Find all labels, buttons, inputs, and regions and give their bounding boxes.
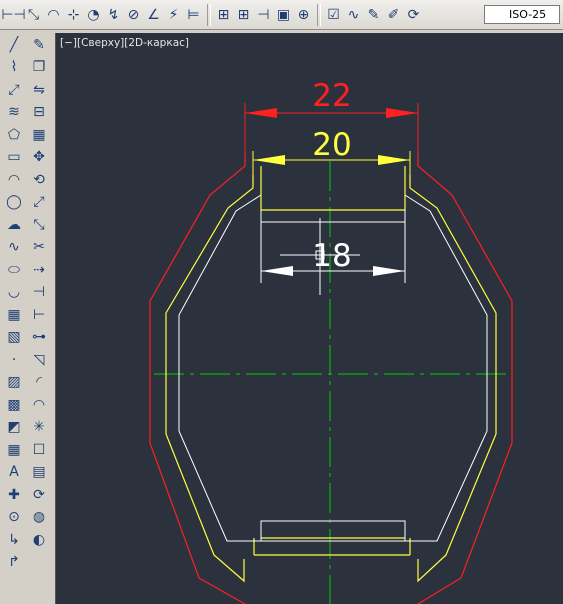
jogged-linear-icon[interactable]: ∿ — [344, 4, 363, 26]
snap-icon[interactable]: ⊙ — [3, 507, 25, 528]
aligned-dimension-icon[interactable]: ⤡ — [24, 4, 43, 26]
dimension-update-icon[interactable]: ⟳ — [404, 4, 423, 26]
revision-cloud-icon[interactable]: ☁ — [3, 214, 25, 235]
orbit-icon[interactable]: ⟳ — [28, 484, 50, 505]
dim18-text: 18 — [312, 238, 351, 274]
arc-length-icon[interactable]: ◠ — [44, 4, 63, 26]
region-icon[interactable]: ◩ — [3, 417, 25, 438]
circle-icon[interactable]: ◯ — [3, 192, 25, 213]
dim18-arrow-right — [373, 266, 405, 276]
drawing-svg[interactable]: 22 20 18 — [56, 33, 563, 604]
multiline-icon[interactable]: ≋ — [3, 102, 25, 123]
modify-toolbar: ✎ ❐ ⇋ ⊟ ▦ ✥ ⟲ ⤢ ⤡ ✂ ⇢ ⊣ ⊢ ⊶ ◹ ◜ ◠ ✳ ☐ ▤ ⟳ ◍ ◐ — [27, 34, 51, 552]
break-point-icon[interactable]: ⊣ — [28, 282, 50, 303]
hatch-icon[interactable]: ▨ — [3, 372, 25, 393]
outer-contour-left — [149, 155, 246, 604]
dim22-arrow-left — [245, 108, 277, 118]
inner-contour-right — [404, 194, 488, 542]
point-icon[interactable]: · — [3, 349, 25, 370]
dim22-text: 22 — [312, 78, 351, 114]
line-icon[interactable]: ╱ — [3, 34, 25, 55]
ellipse-arc-icon[interactable]: ◡ — [3, 282, 25, 303]
dimension-text-edit-icon[interactable]: ✐ — [384, 4, 403, 26]
center-mark-icon[interactable]: ⊕ — [294, 4, 313, 26]
snap-endpoint-icon[interactable]: ↱ — [3, 552, 25, 573]
extend-icon[interactable]: ⇢ — [28, 259, 50, 280]
erase-icon[interactable]: ✎ — [28, 34, 50, 55]
toolbar-separator — [317, 3, 321, 26]
fillet-icon[interactable]: ◜ — [28, 372, 50, 393]
dimension-space-icon[interactable]: ⊞ — [234, 4, 253, 26]
dimension-break-icon[interactable]: ⊣ — [254, 4, 273, 26]
dimension-toolbar: ⊢⊣ ⤡ ◠ ⊹ ◔ ↯ ⊘ ∠ ⚡ ⊨ ⊞ ⊞ ⊣ ▣ ⊕ ☑ ∿ ✎ ✐ ⟳ — [0, 0, 563, 30]
offset-icon[interactable]: ⊟ — [28, 102, 50, 123]
middle-top-slot — [260, 166, 406, 211]
construction-line-icon[interactable]: ⤢ — [3, 79, 25, 100]
move-icon[interactable]: ✥ — [28, 147, 50, 168]
quick-dimension-icon[interactable]: ⚡ — [164, 4, 183, 26]
table-icon[interactable]: ▦ — [3, 439, 25, 460]
dim18-arrow-left — [261, 266, 293, 276]
toolbar-separator — [207, 3, 211, 26]
make-block-icon[interactable]: ▧ — [3, 327, 25, 348]
dim20-text: 20 — [312, 127, 351, 163]
polyline-icon[interactable]: ⌇ — [3, 57, 25, 78]
add-selected-icon[interactable]: ✚ — [3, 484, 25, 505]
multiline-text-icon[interactable]: A — [3, 462, 25, 483]
array-icon[interactable]: ▦ — [28, 124, 50, 145]
inspection-icon[interactable]: ☑ — [324, 4, 343, 26]
stretch-icon[interactable]: ⤡ — [28, 214, 50, 235]
inner-contour-left — [178, 194, 262, 542]
viewport-controls-label[interactable]: [−][Сверху][2D-каркас] — [60, 37, 189, 49]
rotate-icon[interactable]: ⟲ — [28, 169, 50, 190]
mirror-icon[interactable]: ⇋ — [28, 79, 50, 100]
join-icon[interactable]: ⊶ — [28, 327, 50, 348]
dimension-style-select[interactable]: ISO-25 — [484, 5, 560, 24]
gradient-icon[interactable]: ▩ — [3, 394, 25, 415]
copy-icon[interactable]: ❐ — [28, 57, 50, 78]
angular-dimension-icon[interactable]: ∠ — [144, 4, 163, 26]
draw-toolbar: ╱ ⌇ ⤢ ≋ ⬠ ▭ ◠ ◯ ☁ ∿ ⬭ ◡ ▦ ▧ · ▨ ▩ ◩ ▦ A ✚ ⊙ ↳ ↱ — [2, 34, 26, 574]
arc-icon[interactable]: ◠ — [3, 169, 25, 190]
diameter-dimension-icon[interactable]: ⊘ — [124, 4, 143, 26]
break-icon[interactable]: ⊢ — [28, 304, 50, 325]
insert-block-icon[interactable]: ▦ — [3, 304, 25, 325]
scale-icon[interactable]: ⤢ — [28, 192, 50, 213]
dim20-arrow-right — [378, 155, 410, 165]
jogged-dimension-icon[interactable]: ↯ — [104, 4, 123, 26]
dimension-edit-icon[interactable]: ✎ — [364, 4, 383, 26]
render-icon[interactable]: ◍ — [28, 507, 50, 528]
spline-icon[interactable]: ∿ — [3, 237, 25, 258]
outer-contour-right — [417, 155, 513, 604]
snap-from-icon[interactable]: ↳ — [3, 529, 25, 550]
ordinate-dimension-icon[interactable]: ⊹ — [64, 4, 83, 26]
drawing-canvas[interactable]: 22 20 18 [−][Сверху][2D-каркас] — [55, 33, 563, 604]
dim20-arrow-left — [253, 155, 285, 165]
baseline-dimension-icon[interactable]: ⊨ — [184, 4, 203, 26]
3d-icon[interactable]: ☐ — [28, 439, 50, 460]
ellipse-icon[interactable]: ⬭ — [3, 259, 25, 280]
radius-dimension-icon[interactable]: ◔ — [84, 4, 103, 26]
polygon-icon[interactable]: ⬠ — [3, 124, 25, 145]
explode-icon[interactable]: ✳ — [28, 417, 50, 438]
continue-dimension-icon[interactable]: ⊞ — [214, 4, 233, 26]
dim-icon[interactable]: ▤ — [28, 462, 50, 483]
tolerance-icon[interactable]: ▣ — [274, 4, 293, 26]
blend-icon[interactable]: ◠ — [28, 394, 50, 415]
trim-icon[interactable]: ✂ — [28, 237, 50, 258]
linear-dimension-icon[interactable]: ⊢⊣ — [1, 4, 25, 26]
left-toolbars: ╱ ⌇ ⤢ ≋ ⬠ ▭ ◠ ◯ ☁ ∿ ⬭ ◡ ▦ ▧ · ▨ ▩ ◩ ▦ A ✚ ⊙ ↳ ↱ ✎ ❐ ⇋ ⊟ ▦ ✥ ⟲ ⤢ ⤡ ✂ ⇢ ⊣ ⊢ ⊶ ◹… — [0, 30, 52, 604]
chamfer-icon[interactable]: ◹ — [28, 349, 50, 370]
material-icon[interactable]: ◐ — [28, 529, 50, 550]
rectangle-icon[interactable]: ▭ — [3, 147, 25, 168]
dim22-arrow-right — [386, 108, 418, 118]
